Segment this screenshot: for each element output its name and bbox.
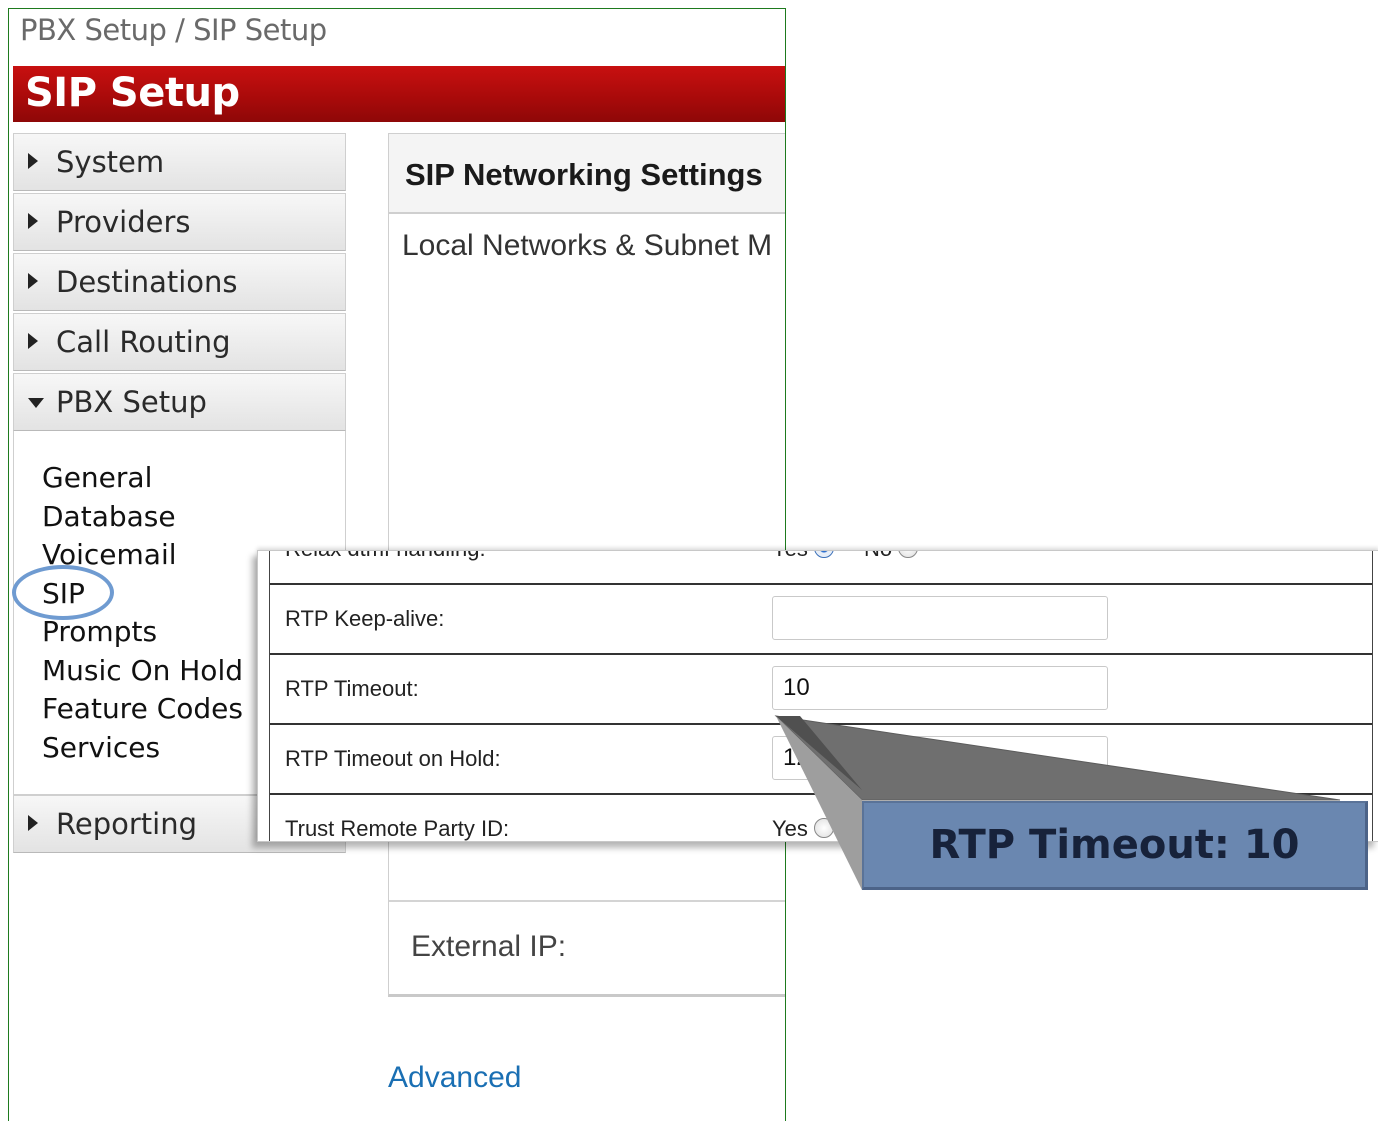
expand-arrow-icon — [28, 213, 38, 229]
callout-text: RTP Timeout: 10 — [929, 822, 1300, 868]
rtp-timeout-label: RTP Timeout: — [285, 676, 419, 701]
breadcrumb: PBX Setup / SIP Setup — [20, 13, 327, 47]
sidebar-section-label: Destinations — [56, 265, 238, 299]
rtp-keepalive-input[interactable] — [772, 596, 1108, 640]
expand-arrow-icon — [28, 153, 38, 169]
submenu-item-feature-codes[interactable]: Feature Codes — [42, 690, 243, 729]
local-networks-label: Local Networks & Subnet M — [402, 229, 773, 262]
sidebar-section-providers[interactable]: Providers — [13, 193, 346, 251]
external-ip-label: External IP: — [411, 930, 567, 963]
form-row-rtp-timeout: RTP Timeout: — [270, 653, 1372, 725]
trust-remote-party-id-label: Trust Remote Party ID: — [285, 816, 510, 841]
rtp-timeout-on-hold-label: RTP Timeout on Hold: — [285, 746, 501, 771]
radio-checked-icon[interactable] — [813, 551, 834, 558]
submenu-item-database[interactable]: Database — [42, 498, 243, 537]
expand-arrow-icon — [28, 273, 38, 289]
relax-dtmf-no-option[interactable]: No — [864, 551, 919, 562]
trust-remote-party-yes-option[interactable]: Yes — [772, 816, 834, 841]
sidebar-section-destinations[interactable]: Destinations — [13, 253, 346, 311]
rtp-timeout-on-hold-input[interactable] — [772, 736, 1108, 780]
sidebar-section-system[interactable]: System — [13, 133, 346, 191]
sidebar-section-label: Call Routing — [56, 325, 231, 359]
sidebar-section-label: System — [56, 145, 165, 179]
submenu-item-sip[interactable]: SIP — [42, 575, 243, 614]
sidebar-section-label: Reporting — [56, 807, 197, 841]
relax-dtmf-yes-option[interactable]: Yes — [772, 551, 834, 562]
sidebar-section-label: Providers — [56, 205, 191, 239]
expand-arrow-icon — [28, 333, 38, 349]
radio-unchecked-icon[interactable] — [813, 818, 834, 838]
rtp-keepalive-label: RTP Keep-alive: — [285, 606, 445, 631]
radio-label: Yes — [772, 816, 808, 841]
sidebar-section-pbx-setup[interactable]: PBX Setup — [13, 373, 346, 431]
relax-dtmf-label: Relax dtmf handling: — [285, 551, 486, 562]
radio-unchecked-icon[interactable] — [898, 551, 919, 558]
form-row-rtp-keepalive: RTP Keep-alive: — [270, 583, 1372, 655]
radio-label: No — [864, 551, 892, 561]
rtp-timeout-input[interactable] — [772, 666, 1108, 710]
submenu-item-general[interactable]: General — [42, 459, 243, 498]
panel-title: SIP Networking Settings — [405, 157, 763, 192]
radio-label: Yes — [772, 551, 808, 561]
expand-arrow-icon — [28, 815, 38, 831]
submenu-item-music-on-hold[interactable]: Music On Hold — [42, 652, 243, 691]
submenu-item-prompts[interactable]: Prompts — [42, 613, 243, 652]
form-row-rtp-timeout-on-hold: RTP Timeout on Hold: — [270, 723, 1372, 795]
page-title: SIP Setup — [25, 70, 240, 116]
panel-header: SIP Networking Settings — [389, 134, 785, 214]
sidebar-section-call-routing[interactable]: Call Routing — [13, 313, 346, 371]
advanced-link[interactable]: Advanced — [388, 1061, 521, 1095]
external-ip-row: External IP: — [389, 900, 785, 996]
callout-box: RTP Timeout: 10 — [862, 801, 1368, 890]
submenu-item-voicemail[interactable]: Voicemail — [42, 536, 243, 575]
zoomed-form-overlay: Relax dtmf handling: Yes No RTP Keep-ali… — [257, 550, 1378, 842]
page-title-bar: SIP Setup — [13, 66, 785, 122]
form-row-relax-dtmf: Relax dtmf handling: Yes No — [270, 551, 1372, 585]
collapse-arrow-icon — [28, 398, 44, 408]
submenu-item-services[interactable]: Services — [42, 729, 243, 768]
sidebar-section-label: PBX Setup — [56, 385, 207, 419]
